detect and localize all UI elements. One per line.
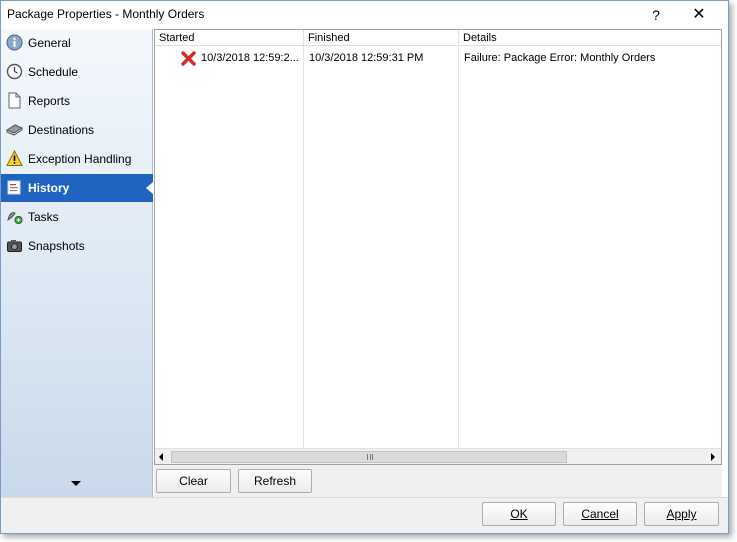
cell-started: 10/3/2018 12:59:2... — [201, 52, 299, 64]
dialog-window: Package Properties - Monthly Orders ? ✕ … — [0, 0, 729, 534]
column-header-details[interactable]: Details — [459, 30, 721, 46]
scrollbar-thumb[interactable] — [171, 451, 567, 463]
dialog-footer: OK Cancel Apply — [1, 497, 728, 533]
clock-icon — [6, 63, 23, 80]
scroll-right-icon[interactable] — [711, 453, 715, 461]
destination-icon — [6, 124, 23, 136]
sidebar-item-label: Reports — [28, 94, 71, 108]
horizontal-scrollbar[interactable] — [155, 448, 721, 464]
sidebar-item-exception-handling[interactable]: Exception Handling — [1, 145, 153, 173]
sidebar: General Schedule Reports Destinations Ex… — [1, 29, 153, 497]
ok-button[interactable]: OK — [482, 502, 556, 526]
info-icon — [6, 34, 23, 51]
failure-x-icon — [181, 51, 196, 66]
cancel-button[interactable]: Cancel — [563, 502, 637, 526]
title-bar[interactable]: Package Properties - Monthly Orders ? ✕ — [1, 1, 728, 29]
column-header-finished[interactable]: Finished — [304, 30, 459, 46]
cell-details: Failure: Package Error: Monthly Orders — [464, 52, 656, 64]
sidebar-item-history[interactable]: History — [1, 174, 153, 202]
document-icon — [8, 92, 21, 109]
warning-icon — [6, 150, 23, 166]
cancel-label: Cancel — [581, 507, 619, 521]
sidebar-item-label: Snapshots — [28, 239, 85, 253]
sidebar-item-destinations[interactable]: Destinations — [1, 116, 153, 144]
sidebar-item-reports[interactable]: Reports — [1, 87, 153, 115]
sidebar-item-label: Schedule — [28, 65, 79, 79]
sidebar-item-general[interactable]: General — [1, 29, 153, 57]
cell-finished: 10/3/2018 12:59:31 PM — [309, 52, 424, 64]
column-divider — [303, 30, 304, 448]
sidebar-item-tasks[interactable]: Tasks — [1, 203, 153, 231]
help-button[interactable]: ? — [645, 4, 667, 26]
apply-label: Apply — [666, 507, 697, 521]
sidebar-item-label: Destinations — [28, 123, 95, 137]
sidebar-item-label: History — [28, 181, 70, 195]
grip-icon — [367, 454, 373, 460]
list-toolbar: Clear Refresh — [154, 465, 722, 497]
history-list[interactable]: Started Finished Details 10/3/2018 12:59… — [154, 29, 722, 465]
sidebar-item-schedule[interactable]: Schedule — [1, 58, 153, 86]
ok-label: OK — [510, 507, 528, 521]
tasks-icon — [7, 212, 23, 225]
history-icon — [7, 180, 21, 195]
sidebar-scroll-down-icon[interactable] — [71, 481, 81, 486]
window-title: Package Properties - Monthly Orders — [7, 7, 205, 21]
sidebar-item-snapshots[interactable]: Snapshots — [1, 232, 153, 260]
close-button[interactable]: ✕ — [687, 4, 711, 26]
column-header-started[interactable]: Started — [155, 30, 304, 46]
apply-button[interactable]: Apply — [644, 502, 719, 526]
sidebar-item-label: Tasks — [28, 210, 59, 224]
scroll-left-icon[interactable] — [159, 453, 163, 461]
refresh-button[interactable]: Refresh — [238, 469, 312, 493]
clear-button[interactable]: Clear — [156, 469, 231, 493]
active-indicator — [146, 182, 153, 194]
camera-icon — [7, 240, 22, 252]
column-divider — [458, 30, 459, 448]
sidebar-item-label: Exception Handling — [28, 152, 132, 166]
sidebar-item-label: General — [28, 36, 71, 50]
